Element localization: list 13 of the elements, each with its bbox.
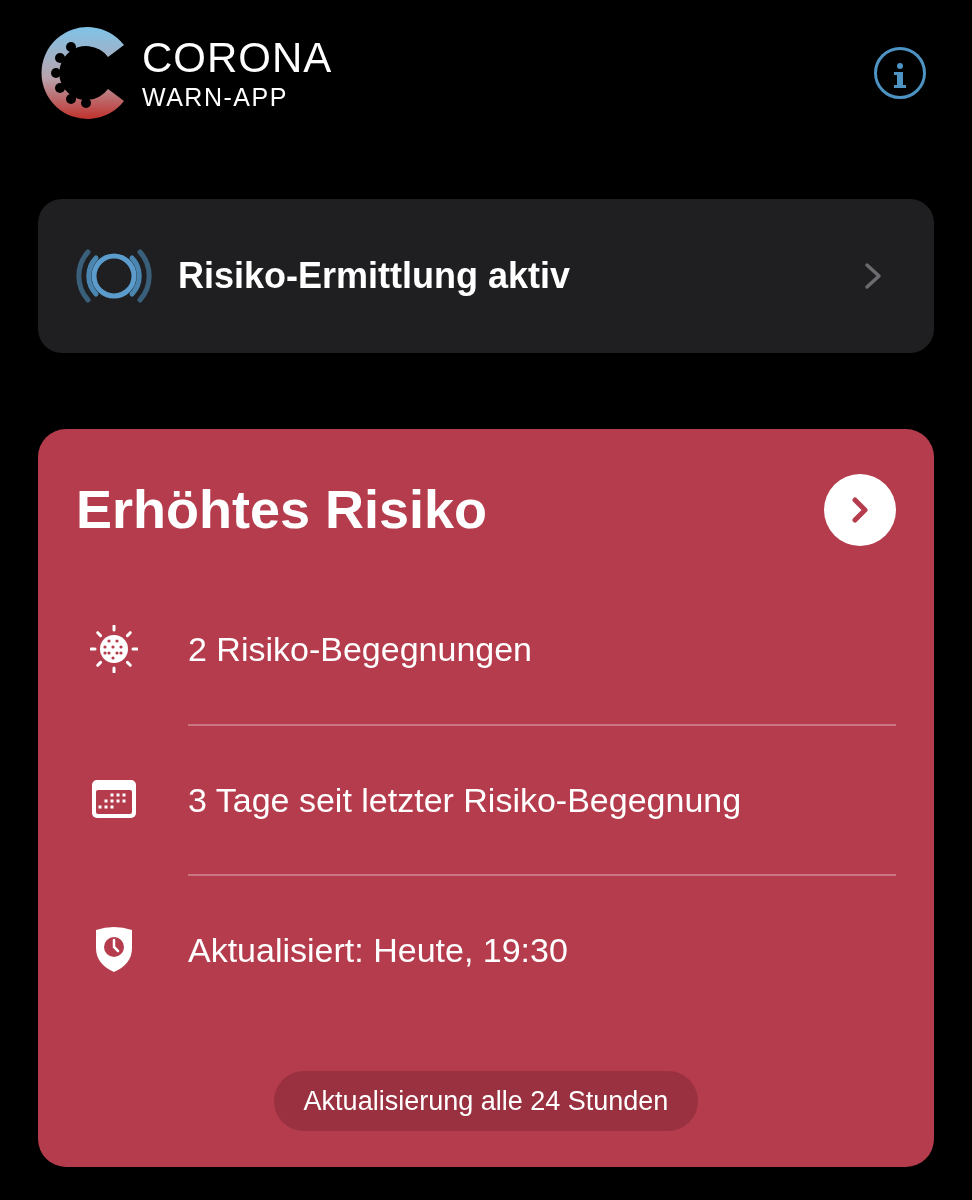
chevron-icon: [864, 262, 882, 290]
info-icon[interactable]: [874, 47, 926, 99]
logo-subtitle: WARN-APP: [142, 84, 289, 110]
risk-detail-text: 3 Tage seit letzter Risiko-Begegnung: [188, 779, 742, 821]
logo-title: CORONA: [142, 36, 333, 79]
tracing-status-row[interactable]: Risiko-Ermittlung aktiv: [38, 199, 934, 353]
risk-detail-text: 2 Risiko-Begegnungen: [188, 628, 533, 670]
update-interval-note: Aktualisierung alle 24 Stunden: [273, 1070, 699, 1131]
risk-title: Erhöhtes Risiko: [76, 478, 488, 541]
risk-detail-text: Aktualisiert: Heute, 19:30: [188, 929, 568, 971]
virus-icon: [90, 625, 138, 673]
chevron-icon: [852, 496, 868, 523]
tracing-status-label: Risiko-Ermittlung aktiv: [178, 254, 572, 298]
